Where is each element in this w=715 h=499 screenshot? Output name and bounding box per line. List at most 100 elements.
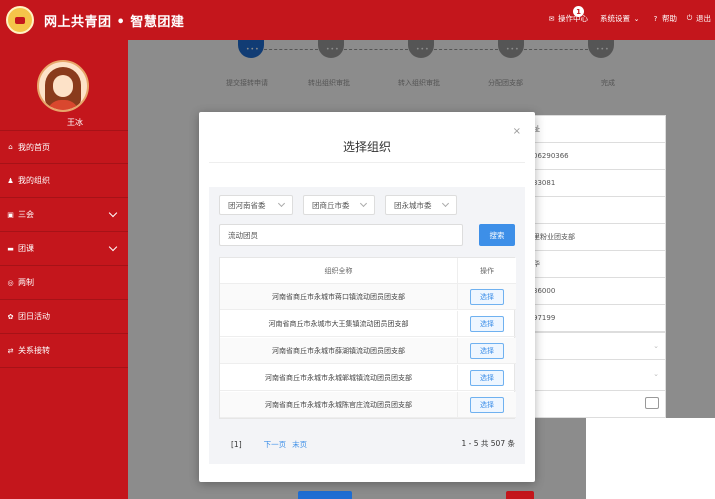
notification-badge: 1 [573, 6, 584, 17]
county-select-value: 团永城市委 [394, 200, 432, 210]
city-select-value: 团商丘市委 [312, 200, 350, 210]
top-header: 网上共青团 • 智慧团建 ✉ 操作中心 1 系统设置 ⌄ ? 帮助 ⏻ 退出 [0, 0, 715, 40]
table-row: 河南省商丘市永城市蒋口镇流动团员团支部 选择 [220, 284, 516, 310]
search-button[interactable]: 搜索 [479, 224, 515, 246]
header-actions: ✉ 操作中心 1 系统设置 ⌄ ? 帮助 ⏻ 退出 [539, 6, 711, 24]
behind-select-row: ⌄ [529, 333, 665, 360]
help-icon: ? [653, 14, 658, 23]
target-icon: ◎ [7, 278, 14, 287]
sidebar-item-label: 团课 [18, 244, 34, 253]
chevron-down-icon: ⌄ [633, 14, 640, 23]
operation-center-link[interactable]: ✉ 操作中心 1 [547, 6, 588, 24]
action-cell: 选择 [458, 365, 516, 390]
sidebar-item-6[interactable]: ⇄ 关系接转 [0, 334, 128, 368]
organization-name-cell: 河南省商丘市永城市薛湖镇流动团员团支部 [220, 338, 458, 363]
organization-name-cell: 河南省商丘市永城市永城郸城镇流动团员团支部 [220, 365, 458, 390]
behind-submit-button [298, 491, 352, 499]
logout-label: 退出 [696, 14, 711, 23]
behind-form-row [529, 197, 665, 224]
modal-title: 选择组织 [342, 140, 391, 154]
logout-button[interactable]: ⏻ 退出 [685, 13, 711, 24]
chevron-down-icon [108, 242, 118, 252]
county-select[interactable]: 团永城市委 [385, 195, 457, 215]
table-row: 河南省商丘市永城市大王集镇流动团员团支部 选择 [220, 311, 516, 337]
chevron-down-icon [359, 199, 368, 208]
action-cell: 选择 [458, 338, 516, 363]
modal-body: 团河南省委 团商丘市委 团永城市委 流动团员 搜索 组织全称 操作 河南省商丘市… [209, 187, 525, 464]
behind-form-row: 36000 [529, 278, 665, 305]
edit-icon [645, 397, 659, 409]
sidebar-item-4[interactable]: ◎ 两制 [0, 266, 128, 300]
city-select[interactable]: 团商丘市委 [303, 195, 375, 215]
column-header-name: 组织全称 [220, 258, 458, 283]
sidebar-item-label: 我的首页 [18, 142, 50, 152]
power-icon: ⏻ [686, 14, 693, 22]
system-settings-label: 系统设置 [600, 14, 630, 23]
select-organization-button[interactable]: 选择 [470, 342, 504, 359]
sidebar: 王冰 ⌂ 我的首页 ♟ 我的组织 ▣ 三会 ▬ 团课 ◎ 两制 ✿ 团日活动 ⇄ 关系接转 [0, 40, 128, 499]
sidebar-item-label: 两制 [18, 278, 34, 287]
avatar[interactable] [37, 60, 89, 112]
search-input-value: 流动团员 [228, 230, 258, 240]
chevron-down-icon [441, 199, 450, 208]
behind-form-row: 97199 [529, 305, 665, 332]
select-organization-button[interactable]: 选择 [470, 315, 504, 332]
current-page[interactable]: [1] [231, 440, 242, 449]
org-icon: ♟ [7, 176, 14, 185]
sidebar-item-1[interactable]: ♟ 我的组织 [0, 164, 128, 198]
modal-divider [209, 162, 525, 163]
sidebar-item-5[interactable]: ✿ 团日活动 [0, 300, 128, 334]
table-header: 组织全称 操作 [220, 258, 516, 284]
select-organization-modal: 选择组织 × 团河南省委 团商丘市委 团永城市委 流动团员 搜索 组织全称 操作… [199, 112, 535, 482]
behind-form-row: 里粉业团支部 [529, 224, 665, 251]
sidebar-item-label: 团日活动 [18, 312, 50, 321]
chevron-down-icon [108, 208, 118, 218]
close-icon[interactable]: × [513, 126, 521, 137]
organization-name-cell: 河南省商丘市永城市永城陈官庄流动团员团支部 [220, 392, 458, 417]
behind-select-fragment: ⌄ ⌄ [528, 333, 666, 391]
sidebar-item-label: 关系接转 [18, 346, 50, 355]
transfer-icon: ⇄ [7, 346, 14, 355]
province-select[interactable]: 团河南省委 [219, 195, 293, 215]
pagination-info: 1 - 5 共 507 条 [461, 439, 516, 448]
action-cell: 选择 [458, 392, 516, 417]
select-organization-button[interactable]: 选择 [470, 396, 504, 413]
home-icon: ⌂ [8, 143, 13, 151]
table-row: 河南省商丘市永城市永城郸城镇流动团员团支部 选择 [220, 365, 516, 391]
organization-table: 组织全称 操作 河南省商丘市永城市蒋口镇流动团员团支部 选择 河南省商丘市永城市大王… [219, 257, 516, 419]
behind-form-row: 华 [529, 251, 665, 278]
behind-form-fragment: 址 06290366 33081 里粉业团支部华 36000 97199 [528, 115, 666, 333]
help-link[interactable]: ? 帮助 [651, 13, 677, 24]
uncovered-region [586, 418, 715, 499]
mail-icon: ✉ [548, 14, 555, 23]
sidebar-item-label: 三会 [18, 210, 34, 219]
sidebar-item-3[interactable]: ▬ 团课 [0, 232, 128, 266]
meeting-icon: ▣ [7, 210, 14, 219]
sidebar-item-label: 我的组织 [18, 176, 50, 185]
organization-name-cell: 河南省商丘市永城市蒋口镇流动团员团支部 [220, 284, 458, 309]
sidebar-item-2[interactable]: ▣ 三会 [0, 198, 128, 232]
province-select-value: 团河南省委 [228, 200, 266, 210]
behind-form-row: 33081 [529, 170, 665, 197]
last-page-link[interactable]: 末页 [292, 439, 307, 450]
table-row: 河南省商丘市永城市永城陈官庄流动团员团支部 选择 [220, 392, 516, 418]
behind-edit-fragment [528, 391, 666, 418]
sidebar-item-0[interactable]: ⌂ 我的首页 [0, 130, 128, 164]
activity-icon: ✿ [7, 312, 14, 321]
select-organization-button[interactable]: 选择 [470, 369, 504, 386]
column-header-action: 操作 [480, 266, 494, 275]
action-cell: 选择 [458, 284, 516, 309]
chevron-down-icon [277, 199, 286, 208]
select-organization-button[interactable]: 选择 [470, 288, 504, 305]
youth-league-logo-icon [6, 6, 34, 34]
search-input[interactable]: 流动团员 [219, 224, 463, 246]
help-label: 帮助 [662, 14, 677, 23]
table-row: 河南省商丘市永城市薛湖镇流动团员团支部 选择 [220, 338, 516, 364]
next-page-link[interactable]: 下一页 [264, 439, 287, 450]
sidebar-nav: ⌂ 我的首页 ♟ 我的组织 ▣ 三会 ▬ 团课 ◎ 两制 ✿ 团日活动 ⇄ 关系接转 [0, 130, 128, 368]
organization-name-cell: 河南省商丘市永城市大王集镇流动团员团支部 [220, 311, 458, 336]
system-settings-menu[interactable]: 系统设置 ⌄ [600, 13, 643, 24]
behind-select-row: ⌄ [653, 369, 659, 378]
behind-form-row: 06290366 [529, 143, 665, 170]
folder-icon: ▬ [7, 244, 14, 253]
